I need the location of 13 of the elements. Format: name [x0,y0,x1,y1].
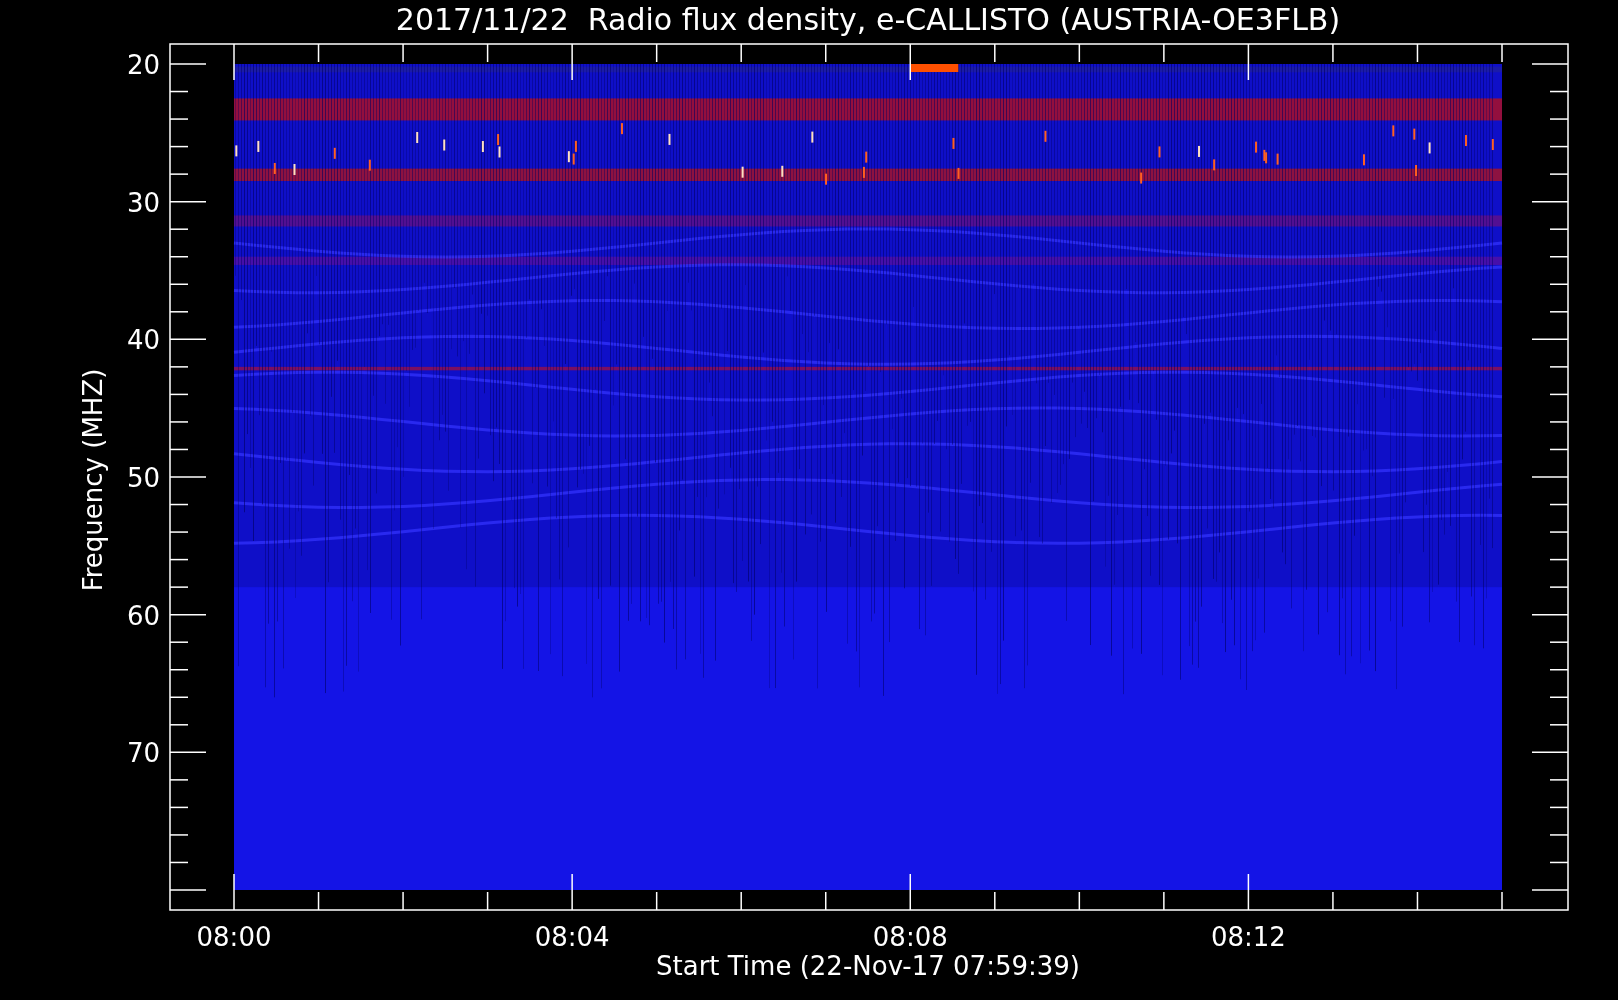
x-tick-label: 08:08 [872,922,948,952]
y-tick-label: 60 [126,600,160,631]
x-axis-label: Start Time (22-Nov-17 07:59:39) [656,951,1080,981]
x-tick-label: 08:00 [196,922,272,952]
x-tick-label: 08:12 [1210,922,1286,952]
y-tick-label: 40 [126,325,160,356]
y-tick-label: 50 [126,463,160,493]
y-tick-label: 70 [126,738,160,769]
y-tick-label: 20 [126,50,160,80]
x-tick-label: 08:04 [534,922,610,952]
y-tick-label: 30 [126,187,160,218]
chart-title: 2017/11/22 Radio flux density, e-CALLISTO (AUSTRIA-OE3FLB) [395,2,1341,37]
y-axis-label: Frequency (MHZ) [78,368,108,592]
